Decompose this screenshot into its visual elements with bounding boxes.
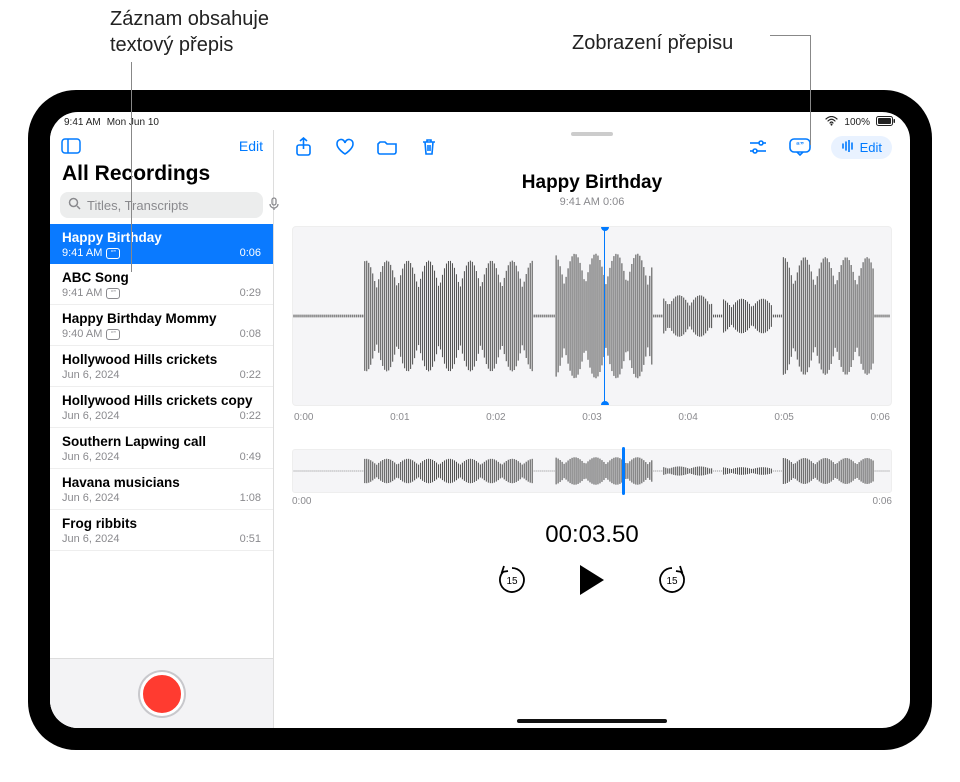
timeline-tick: 0:03 (582, 412, 601, 423)
sidebar-edit-button[interactable]: Edit (239, 138, 263, 154)
favorite-icon[interactable] (334, 136, 356, 158)
record-bar (50, 658, 273, 728)
settings-sliders-icon[interactable] (747, 136, 769, 158)
recording-item-time: Jun 6, 2024 (62, 492, 120, 504)
playback-controls: 15 15 (292, 563, 892, 602)
screen: 9:41 AM Mon Jun 10 100% Ed (50, 112, 910, 728)
battery-icon (876, 116, 896, 129)
waveform-timeline: 0:00 0:01 0:02 0:03 0:04 0:05 0:06 (292, 412, 892, 423)
detail-panel: “” Edit Happy Birthday 9:41 AM 0:06 (274, 130, 910, 728)
recording-item-duration: 0:51 (240, 533, 261, 545)
recording-item-title: Frog ribbits (62, 516, 261, 531)
status-bar: 9:41 AM Mon Jun 10 100% (50, 112, 910, 130)
ipad-frame: 9:41 AM Mon Jun 10 100% Ed (28, 90, 932, 750)
folder-icon[interactable] (376, 136, 398, 158)
recording-item[interactable]: Hollywood Hills crickets copy Jun 6, 2024… (50, 387, 273, 428)
recording-item-duration: 0:49 (240, 451, 261, 463)
edit-chip-label: Edit (860, 140, 882, 155)
recording-item[interactable]: Frog ribbits Jun 6, 2024 0:51 (50, 510, 273, 551)
recording-subtitle: 9:41 AM 0:06 (292, 196, 892, 208)
transcript-view-icon[interactable]: “” (789, 136, 811, 158)
battery-text: 100% (844, 117, 870, 128)
recording-item-time: Jun 6, 2024 (62, 369, 120, 381)
transcript-badge-icon: “” (106, 329, 120, 340)
recording-item[interactable]: ABC Song 9:41 AM “” 0:29 (50, 264, 273, 305)
callout-line-left (131, 62, 132, 272)
trash-icon[interactable] (418, 136, 440, 158)
callout-transcript-view: Zobrazení přepisu (572, 30, 733, 56)
transcript-badge-icon: “” (106, 288, 120, 299)
timeline-tick: 0:04 (678, 412, 697, 423)
status-date: Mon Jun 10 (107, 117, 159, 128)
recording-title[interactable]: Happy Birthday (292, 172, 892, 194)
recording-item[interactable]: Havana musicians Jun 6, 2024 1:08 (50, 469, 273, 510)
recording-item-duration: 0:06 (240, 247, 261, 259)
recording-item[interactable]: Happy Birthday 9:41 AM “” 0:06 (50, 224, 273, 264)
sidebar-heading: All Recordings (50, 160, 273, 190)
playhead[interactable] (604, 227, 606, 405)
recording-item-duration: 0:22 (240, 410, 261, 422)
recording-item-time: 9:41 AM (62, 247, 102, 259)
share-icon[interactable] (292, 136, 314, 158)
recording-item-title: Happy Birthday (62, 230, 261, 245)
svg-text:15: 15 (666, 576, 678, 587)
timeline-tick: 0:01 (390, 412, 409, 423)
recording-item-duration: 0:08 (240, 328, 261, 340)
overview-end-time: 0:06 (873, 496, 892, 507)
grabber-pill[interactable] (571, 132, 613, 136)
wifi-icon (825, 116, 838, 129)
overview-start-time: 0:00 (292, 496, 311, 507)
recording-item-duration: 1:08 (240, 492, 261, 504)
recording-item-duration: 0:29 (240, 287, 261, 299)
callout-line-right-v (810, 35, 811, 145)
search-field[interactable] (60, 192, 263, 218)
current-time: 00:03.50 (292, 521, 892, 549)
recording-item-time: Jun 6, 2024 (62, 451, 120, 463)
recording-item-title: ABC Song (62, 270, 261, 285)
search-input[interactable] (87, 198, 263, 213)
waveform-icon (841, 140, 855, 155)
timeline-tick: 0:06 (870, 412, 889, 423)
recording-item-time: 9:41 AM (62, 287, 102, 299)
timeline-tick: 0:02 (486, 412, 505, 423)
sidebar-toggle-icon[interactable] (60, 135, 82, 157)
recording-item-duration: 0:22 (240, 369, 261, 381)
timeline-tick: 0:00 (294, 412, 313, 423)
recording-item-title: Hollywood Hills crickets (62, 352, 261, 367)
recording-item-title: Hollywood Hills crickets copy (62, 393, 261, 408)
record-button[interactable] (140, 672, 184, 716)
play-button[interactable] (577, 563, 607, 602)
callout-line-right-h (770, 35, 810, 36)
recording-item[interactable]: Southern Lapwing call Jun 6, 2024 0:49 (50, 428, 273, 469)
svg-text:“”: “” (796, 141, 804, 150)
recording-item-title: Happy Birthday Mommy (62, 311, 261, 326)
waveform-overview[interactable] (292, 449, 892, 493)
recording-item-title: Southern Lapwing call (62, 434, 261, 449)
recording-item[interactable]: Happy Birthday Mommy 9:40 AM “” 0:08 (50, 305, 273, 346)
home-indicator[interactable] (517, 719, 667, 723)
recording-item-time: Jun 6, 2024 (62, 410, 120, 422)
edit-chip[interactable]: Edit (831, 136, 892, 159)
sidebar: Edit All Recordings Happy Birthday 9:41 A… (50, 130, 274, 728)
skip-forward-button[interactable]: 15 (655, 563, 689, 602)
recording-item-title: Havana musicians (62, 475, 261, 490)
recording-item[interactable]: Hollywood Hills crickets Jun 6, 2024 0:22 (50, 346, 273, 387)
search-icon (68, 197, 81, 213)
transcript-badge-icon: “” (106, 248, 120, 259)
skip-back-button[interactable]: 15 (495, 563, 529, 602)
svg-text:15: 15 (506, 576, 518, 587)
recording-item-time: Jun 6, 2024 (62, 533, 120, 545)
recording-item-time: 9:40 AM (62, 328, 102, 340)
waveform-main[interactable] (292, 226, 892, 406)
recordings-list[interactable]: Happy Birthday 9:41 AM “” 0:06 ABC Song 9:41 … (50, 224, 273, 658)
timeline-tick: 0:05 (774, 412, 793, 423)
status-time: 9:41 AM (64, 117, 101, 128)
overview-playhead[interactable] (622, 447, 625, 495)
callout-transcript-badge: Záznam obsahuje textový přepis (110, 6, 269, 58)
